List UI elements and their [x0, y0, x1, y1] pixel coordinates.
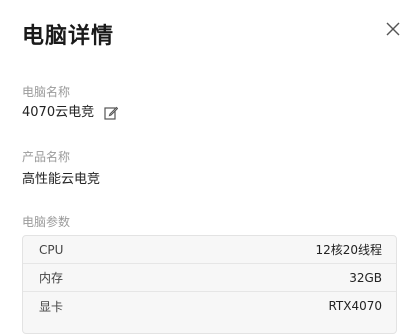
param-row-memory: 内存 32GB: [23, 264, 396, 292]
param-value: RTX4070: [328, 299, 382, 313]
param-name: 内存: [39, 271, 64, 285]
param-row-gpu: 显卡 RTX4070: [23, 292, 396, 320]
param-name: 显卡: [39, 299, 64, 314]
param-value: 32GB: [349, 270, 382, 285]
edit-icon[interactable]: [104, 106, 119, 120]
product-name-value: 高性能云电竞: [22, 172, 101, 187]
computer-name-value-row: 4070云电竞: [22, 104, 119, 122]
param-row-cpu: CPU 12核20线程: [23, 236, 396, 264]
param-value: 12核20线程: [315, 243, 382, 257]
params-table: CPU 12核20线程 内存 32GB 显卡 RTX4070: [22, 235, 397, 334]
computer-details-dialog: 电脑详情 电脑名称 4070云电竞 产品名称 高性能云电竞 电脑参数 CPU 1…: [0, 0, 409, 334]
close-icon[interactable]: [384, 20, 402, 38]
computer-name-label: 电脑名称: [22, 85, 71, 99]
product-name-label: 产品名称: [22, 150, 71, 164]
param-name: CPU: [39, 242, 64, 257]
computer-params-label: 电脑参数: [22, 215, 71, 229]
dialog-title: 电脑详情: [22, 24, 115, 49]
computer-name-value: 4070云电竞: [22, 105, 95, 120]
